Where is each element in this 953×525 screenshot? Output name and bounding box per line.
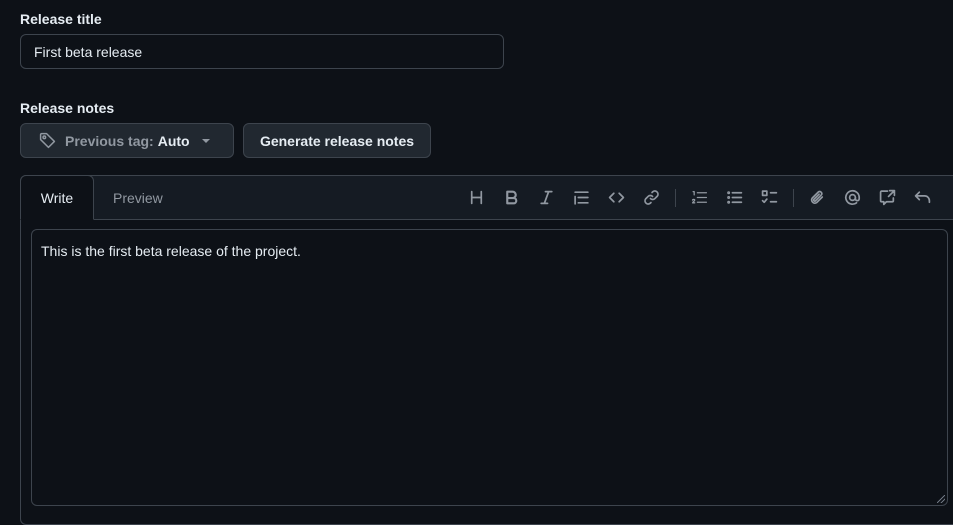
tab-preview[interactable]: Preview — [95, 176, 181, 219]
release-notes-label: Release notes — [20, 100, 115, 116]
italic-icon[interactable] — [529, 183, 564, 213]
mention-icon[interactable] — [835, 183, 870, 213]
bold-icon[interactable] — [494, 183, 529, 213]
release-notes-content: This is the first beta release of the pr… — [41, 243, 301, 259]
tab-write[interactable]: Write — [20, 175, 94, 220]
undo-icon[interactable] — [905, 183, 940, 213]
toolbar-divider — [675, 188, 676, 207]
toolbar-divider — [793, 188, 794, 207]
heading-icon[interactable] — [459, 183, 494, 213]
generate-release-notes-button[interactable]: Generate release notes — [243, 123, 431, 158]
previous-tag-prefix: Previous tag: — [65, 132, 154, 149]
attach-icon[interactable] — [800, 183, 835, 213]
resize-handle-icon[interactable] — [937, 495, 945, 503]
tag-icon — [39, 132, 56, 149]
task-list-icon[interactable] — [752, 183, 787, 213]
code-icon[interactable] — [599, 183, 634, 213]
chevron-down-icon — [201, 138, 210, 143]
editor-header: Preview — [21, 176, 953, 220]
release-notes-textarea[interactable]: This is the first beta release of the pr… — [31, 229, 948, 506]
editor-toolbar — [459, 176, 940, 219]
link-icon[interactable] — [634, 183, 669, 213]
cross-reference-icon[interactable] — [870, 183, 905, 213]
previous-tag-value: Auto — [157, 132, 190, 149]
release-title-label: Release title — [20, 11, 102, 27]
markdown-editor: Preview Write This is the first beta rel… — [20, 175, 953, 525]
numbered-list-icon[interactable] — [682, 183, 717, 213]
release-title-input[interactable] — [20, 34, 504, 69]
previous-tag-button[interactable]: Previous tag: Auto — [20, 123, 234, 158]
quote-icon[interactable] — [564, 183, 599, 213]
unordered-list-icon[interactable] — [717, 183, 752, 213]
